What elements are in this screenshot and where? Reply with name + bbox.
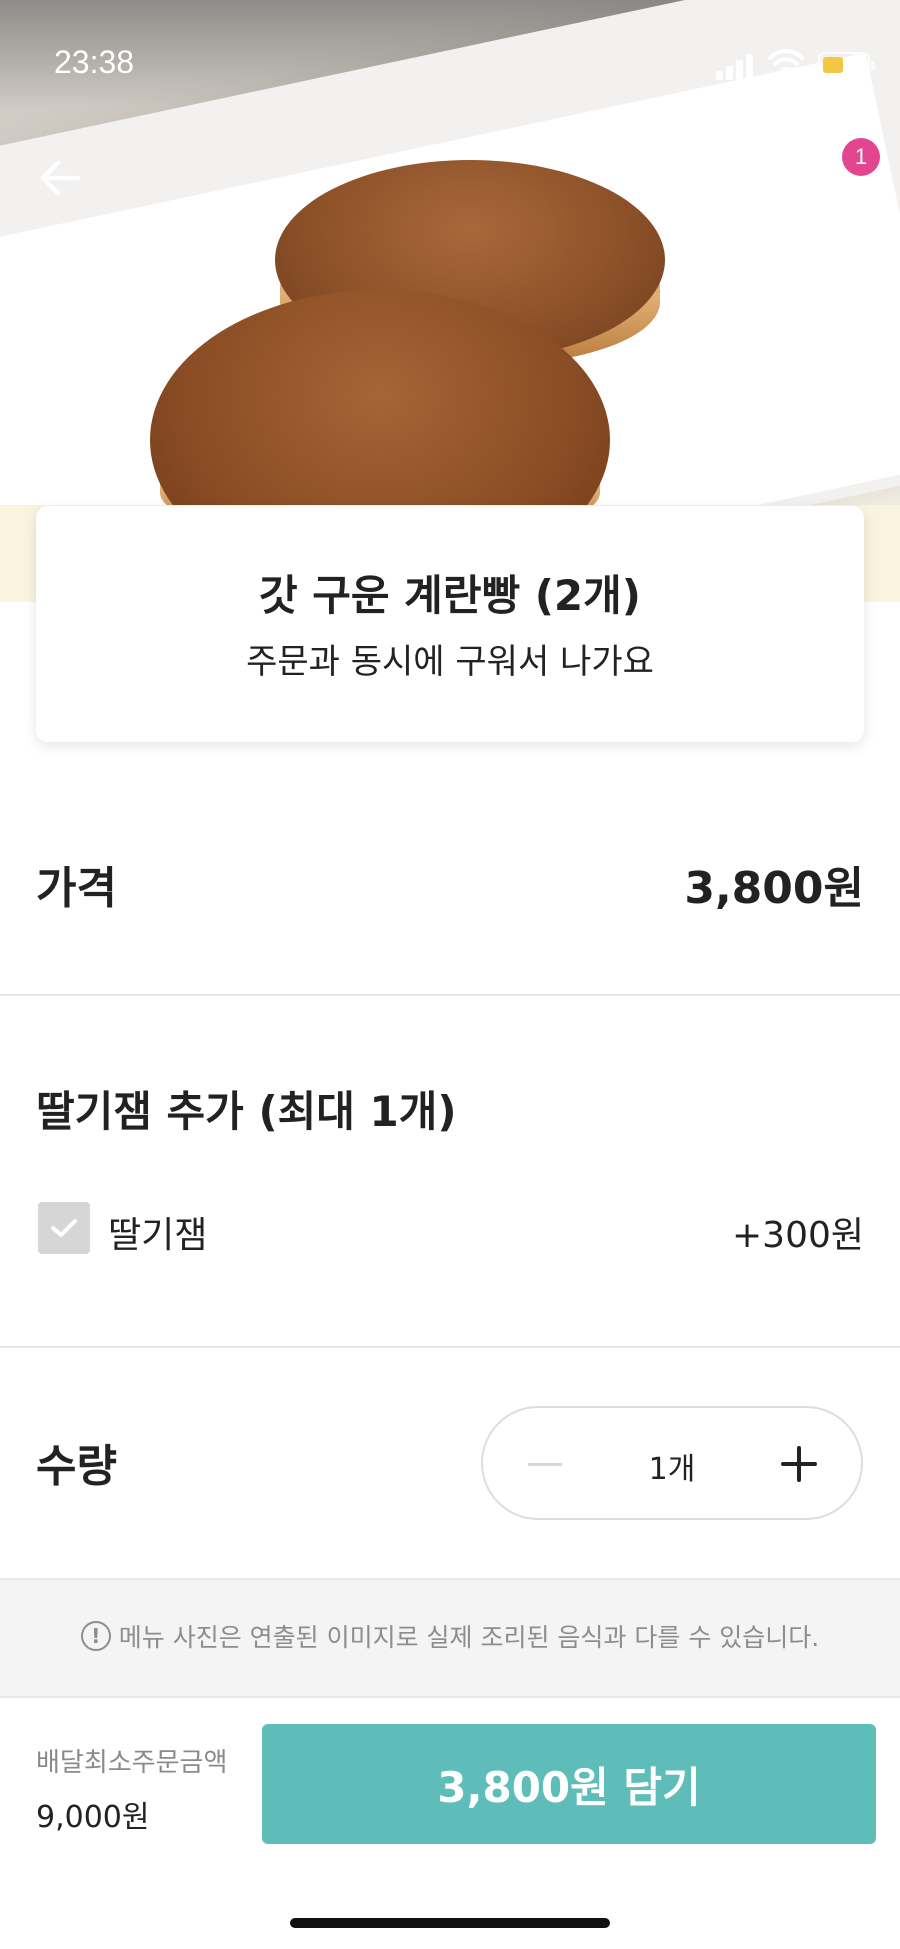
- increase-button[interactable]: [771, 1436, 827, 1492]
- bottom-action-bar: 배달최소주문금액 9,000원 3,800원 담기: [0, 1700, 900, 1949]
- status-time: 23:38: [54, 44, 135, 80]
- price-row: 가격 3,800원: [0, 800, 900, 995]
- product-title-card: 갓 구운 계란빵 (2개) 주문과 동시에 구워서 나가요: [36, 506, 864, 742]
- price-value: 3,800원: [684, 863, 864, 914]
- divider: [0, 1346, 900, 1348]
- check-icon: [51, 1219, 77, 1237]
- notice-text: 메뉴 사진은 연출된 이미지로 실제 조리된 음식과 다를 수 있습니다.: [118, 1623, 820, 1652]
- home-indicator: [290, 1918, 610, 1928]
- price-label: 가격: [36, 863, 117, 914]
- divider: [0, 994, 900, 996]
- back-button[interactable]: [32, 150, 88, 206]
- option-label[interactable]: 딸기잼: [108, 1206, 207, 1258]
- add-to-cart-button[interactable]: 3,800원 담기: [262, 1724, 876, 1844]
- min-order-value: 9,000원: [36, 1800, 150, 1835]
- quantity-stepper: 1개: [481, 1406, 863, 1520]
- option-checkbox[interactable]: [38, 1202, 90, 1254]
- quantity-label: 수량: [36, 1441, 117, 1492]
- option-group-title: 딸기잼 추가 (최대 1개): [36, 1087, 457, 1136]
- share-icon: [726, 158, 764, 196]
- info-icon: !: [80, 1621, 111, 1651]
- cart-count-badge: 1: [842, 138, 880, 176]
- product-name: 갓 구운 계란빵 (2개): [259, 571, 641, 620]
- product-description: 주문과 동시에 구워서 나가요: [246, 642, 654, 682]
- home-icon: [628, 157, 668, 199]
- share-button[interactable]: [716, 150, 772, 206]
- cellular-signal-icon: [716, 52, 756, 80]
- wifi-icon: [768, 49, 804, 76]
- home-button[interactable]: [620, 150, 676, 206]
- option-price: +300원: [732, 1215, 864, 1256]
- status-bar: 23:38: [0, 0, 900, 120]
- min-order-label: 배달최소주문금액: [36, 1748, 228, 1778]
- battery-icon: [818, 52, 875, 78]
- plus-icon: [781, 1446, 817, 1482]
- back-arrow-icon: [40, 160, 81, 196]
- photo-notice: ! 메뉴 사진은 연출된 이미지로 실제 조리된 음식과 다를 수 있습니다.: [0, 1578, 900, 1698]
